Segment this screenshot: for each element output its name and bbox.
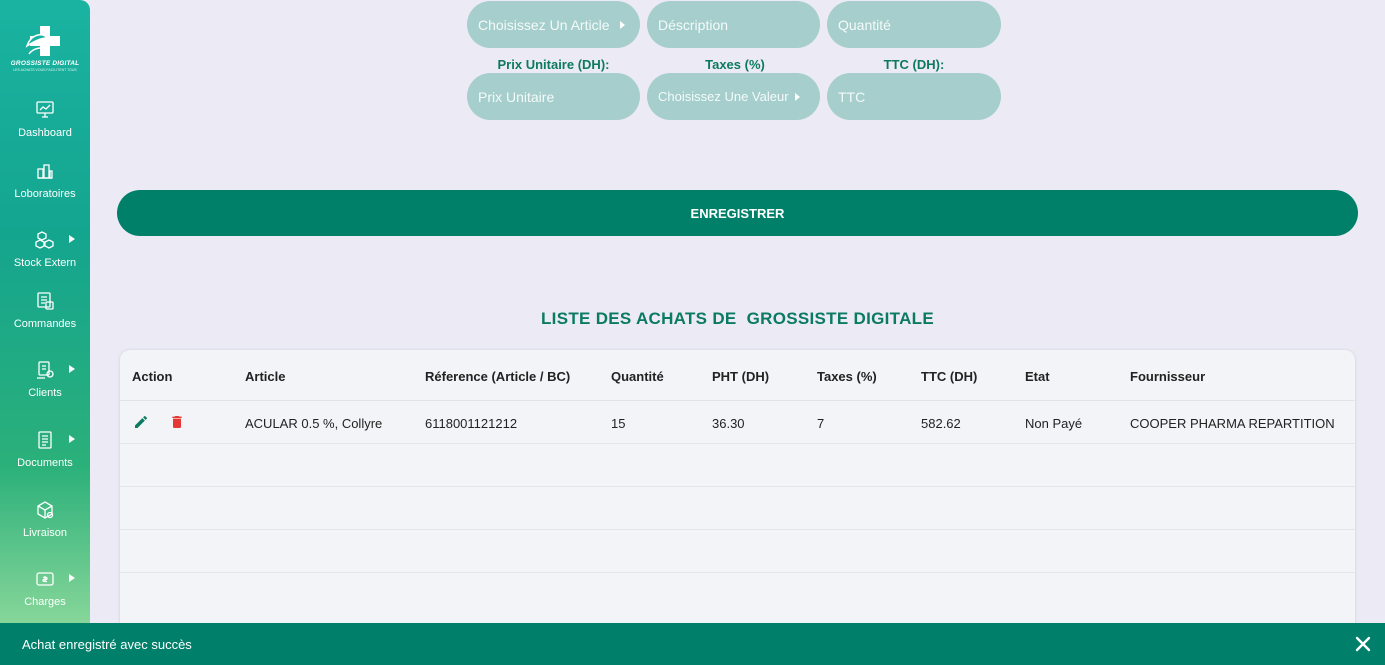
column-header-article[interactable]: Article bbox=[245, 369, 285, 384]
documents-icon bbox=[38, 431, 52, 449]
unit-price-input[interactable]: Prix Unitaire bbox=[467, 73, 640, 120]
sidebar-item-label: Charges bbox=[24, 596, 66, 608]
column-header-ttc[interactable]: TTC (DH) bbox=[921, 369, 977, 384]
taxes-label: Taxes (%) bbox=[705, 57, 765, 72]
snackbar-message: Achat enregistré avec succès bbox=[22, 636, 192, 652]
column-header-pht[interactable]: PHT (DH) bbox=[712, 369, 769, 384]
charges-icon bbox=[36, 572, 54, 586]
ttc-placeholder: TTC bbox=[838, 88, 866, 105]
table-header: Action Article Réference (Article / BC) … bbox=[120, 350, 1355, 401]
sidebar-item-label: Livraison bbox=[22, 527, 68, 539]
taxes-select-placeholder: Choisissez Une Valeur bbox=[658, 89, 789, 104]
column-header-fournisseur[interactable]: Fournisseur bbox=[1130, 369, 1205, 384]
list-title: LISTE DES ACHATS DE GROSSISTE DIGITALE bbox=[541, 309, 934, 328]
sidebar-item-livraison[interactable]: Livraison bbox=[0, 500, 90, 539]
column-header-taxes[interactable]: Taxes (%) bbox=[817, 369, 877, 384]
cell-taxes: 7 bbox=[817, 416, 825, 431]
description-placeholder: Déscription bbox=[658, 16, 729, 33]
column-header-etat[interactable]: Etat bbox=[1025, 369, 1050, 384]
brand-tagline: LES ACHATS VOUS FACILITENT TOUS bbox=[13, 68, 77, 72]
column-header-quantite[interactable]: Quantité bbox=[611, 369, 664, 384]
chevron-right-icon bbox=[69, 435, 75, 443]
boxes-icon bbox=[35, 231, 54, 249]
unit-price-placeholder: Prix Unitaire bbox=[478, 88, 555, 105]
sidebar-item-label: Loboratoires bbox=[14, 188, 76, 200]
sidebar-item-charges[interactable]: Charges bbox=[0, 569, 90, 608]
sidebar-item-label: Documents bbox=[17, 457, 73, 469]
column-header-reference[interactable]: Réference (Article / BC) bbox=[425, 369, 570, 384]
dashboard-icon bbox=[36, 101, 54, 118]
ttc-label: TTC (DH): bbox=[883, 57, 945, 72]
sidebar-item-dashboard[interactable]: Dashboard bbox=[0, 100, 90, 139]
cell-ttc: 582.62 bbox=[921, 416, 961, 431]
ttc-input[interactable]: TTC bbox=[827, 73, 1001, 120]
sidebar-item-laboratoires[interactable]: Loboratoires bbox=[0, 161, 90, 200]
sidebar-item-label: Stock Extern bbox=[13, 257, 77, 269]
brand-logo[interactable]: GROSSISTE DIGITAL LES ACHATS VOUS FACILI… bbox=[0, 24, 90, 72]
article-select-placeholder: Choisissez Un Article bbox=[478, 16, 610, 33]
unit-price-label: Prix Unitaire (DH): bbox=[497, 57, 610, 72]
chevron-right-icon bbox=[69, 574, 75, 582]
table-row[interactable]: ACULAR 0.5 %, Collyre 6118001121212 15 3… bbox=[120, 401, 1355, 444]
column-header-action[interactable]: Action bbox=[132, 369, 172, 384]
logo-cross-leaf-icon bbox=[25, 26, 60, 56]
sidebar: GROSSISTE DIGITAL LES ACHATS VOUS FACILI… bbox=[0, 0, 90, 665]
quantity-placeholder: Quantité bbox=[838, 16, 891, 33]
sidebar-item-label: Clients bbox=[28, 387, 62, 399]
sidebar-item-stock-extern[interactable]: Stock Extern bbox=[0, 230, 90, 269]
article-select[interactable]: Choisissez Un Article bbox=[467, 1, 640, 48]
brand-name: GROSSISTE DIGITAL bbox=[10, 60, 80, 67]
empty-row bbox=[120, 444, 1355, 487]
cell-article: ACULAR 0.5 %, Collyre bbox=[245, 416, 383, 431]
cell-pht: 36.30 bbox=[712, 416, 745, 431]
quantity-input[interactable]: Quantité bbox=[827, 1, 1001, 48]
delete-icon[interactable] bbox=[169, 414, 185, 430]
cell-fournisseur: COOPER PHARMA REPARTITION bbox=[1130, 416, 1335, 431]
close-icon[interactable] bbox=[1353, 634, 1373, 654]
cell-reference: 6118001121212 bbox=[425, 416, 518, 431]
delivery-icon bbox=[37, 501, 54, 519]
sidebar-item-documents[interactable]: Documents bbox=[0, 430, 90, 469]
success-snackbar: Achat enregistré avec succès bbox=[0, 623, 1385, 665]
save-button[interactable]: ENREGISTRER bbox=[117, 190, 1358, 236]
caret-right-icon bbox=[794, 92, 800, 101]
edit-icon[interactable] bbox=[133, 414, 149, 430]
clients-icon bbox=[37, 361, 54, 379]
chevron-right-icon bbox=[69, 235, 75, 243]
sidebar-item-clients[interactable]: Clients bbox=[0, 360, 90, 399]
cell-quantite: 15 bbox=[611, 416, 626, 431]
description-input[interactable]: Déscription bbox=[647, 1, 820, 48]
cell-etat: Non Payé bbox=[1025, 416, 1083, 431]
sidebar-item-label: Dashboard bbox=[18, 127, 72, 139]
orders-icon bbox=[37, 292, 54, 310]
laboratory-icon bbox=[37, 164, 53, 179]
caret-right-icon bbox=[619, 20, 625, 29]
empty-row bbox=[120, 487, 1355, 530]
chevron-right-icon bbox=[69, 365, 75, 373]
taxes-select[interactable]: Choisissez Une Valeur bbox=[647, 73, 820, 120]
purchases-table: Action Article Réference (Article / BC) … bbox=[120, 350, 1355, 640]
empty-row bbox=[120, 530, 1355, 573]
